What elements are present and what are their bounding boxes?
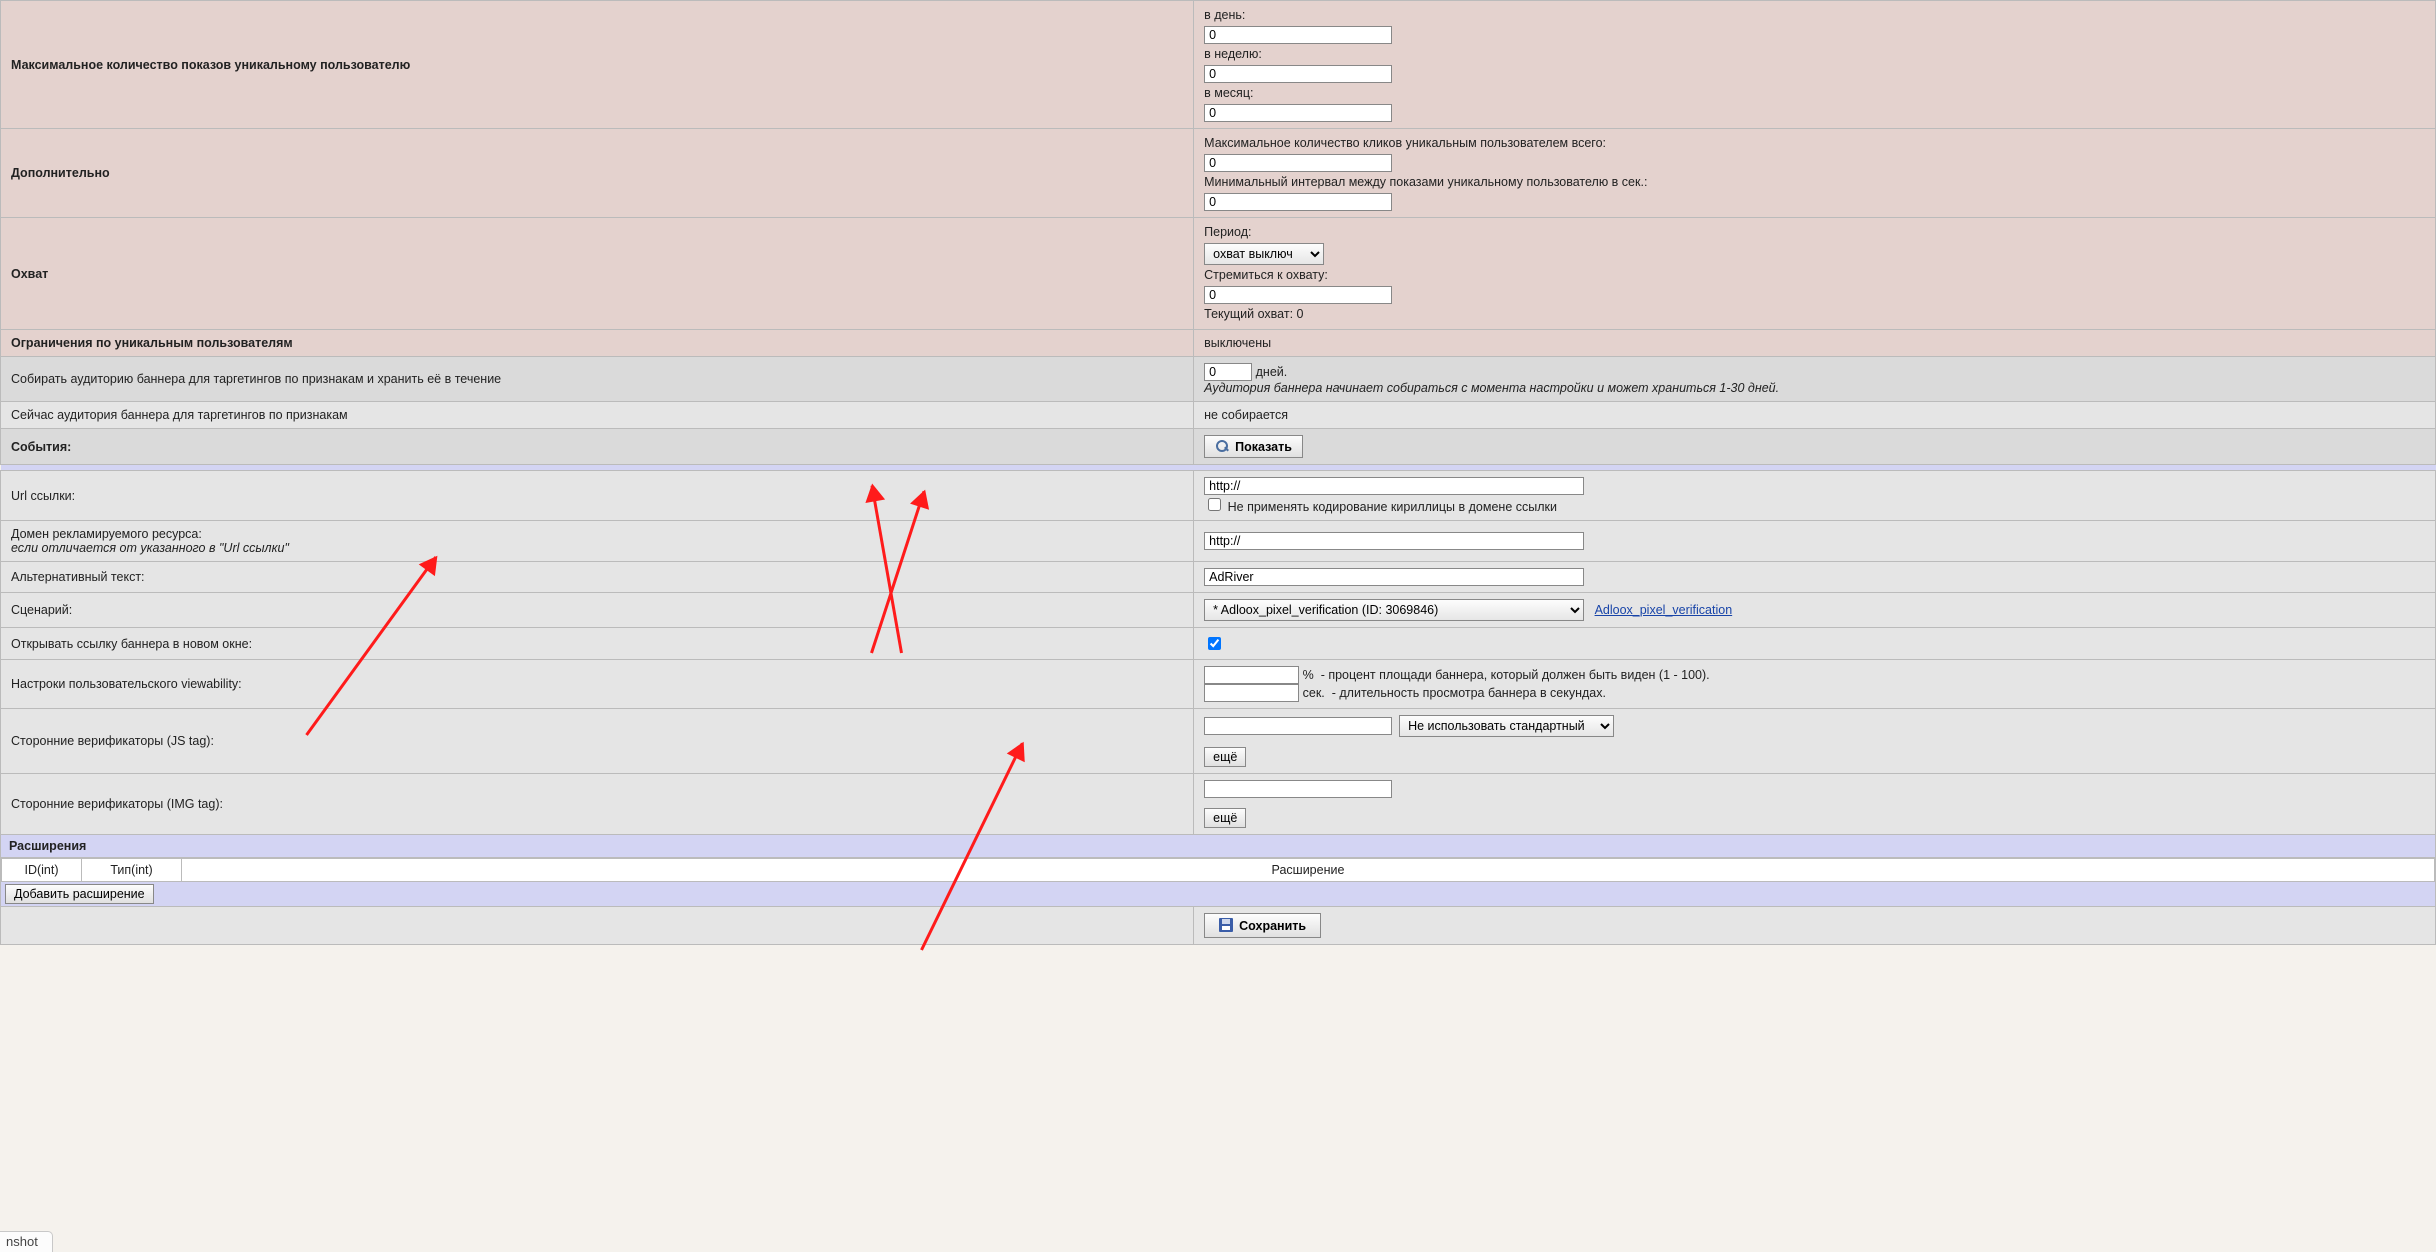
cell-additional: Максимальное количество кликов уникальны…	[1194, 129, 2436, 218]
row-label-events: События:	[1, 429, 1194, 465]
screenshot-tag: nshot	[0, 1231, 53, 1252]
label-per-month: в месяц:	[1204, 86, 2425, 100]
col-id: ID(int)	[2, 859, 82, 882]
input-max-clicks[interactable]	[1204, 154, 1392, 172]
cell-max-impressions: в день: в неделю: в месяц:	[1194, 1, 2436, 129]
cell-reach: Период: охват выключ Стремиться к охвату…	[1194, 218, 2436, 330]
label-current-reach: Текущий охват: 0	[1204, 307, 2425, 321]
row-label-max-impressions: Максимальное количество показов уникальн…	[1, 1, 1194, 129]
input-domain[interactable]	[1204, 532, 1584, 550]
select-period[interactable]: охват выключ	[1204, 243, 1324, 265]
button-save[interactable]: Сохранить	[1204, 913, 1321, 938]
cell-scenario: * Adloox_pixel_verification (ID: 3069846…	[1194, 593, 2436, 628]
input-view-area[interactable]	[1204, 666, 1299, 684]
button-more-img[interactable]: ещё	[1204, 808, 1246, 828]
input-url[interactable]	[1204, 477, 1584, 495]
section-extensions-title: Расширения	[1, 835, 2436, 858]
label-min-interval: Минимальный интервал между показами уник…	[1204, 175, 2425, 189]
label-no-encoding: Не применять кодирование кириллицы в дом…	[1228, 500, 1557, 514]
input-min-interval[interactable]	[1204, 193, 1392, 211]
label-period: Период:	[1204, 225, 2425, 239]
save-icon	[1219, 918, 1233, 932]
cell-verifiers-img: ещё	[1194, 774, 2436, 835]
input-verifier-img[interactable]	[1204, 780, 1392, 798]
footer-save-cell: Сохранить	[1194, 907, 2436, 945]
row-label-scenario: Сценарий:	[1, 593, 1194, 628]
cell-events: Показать	[1194, 429, 2436, 465]
unit-percent: %	[1303, 668, 1314, 682]
input-per-month[interactable]	[1204, 104, 1392, 122]
row-label-additional: Дополнительно	[1, 129, 1194, 218]
row-label-domain: Домен рекламируемого ресурса: если отлич…	[1, 521, 1194, 562]
cell-url: Не применять кодирование кириллицы в дом…	[1194, 471, 2436, 521]
row-label-reach: Охват	[1, 218, 1194, 330]
cell-viewability: % - процент площади баннера, который дол…	[1194, 660, 2436, 709]
button-add-extension[interactable]: Добавить расширение	[5, 884, 154, 904]
sub-domain-note: если отличается от указанного в "Url ссы…	[11, 541, 289, 555]
row-label-url: Url ссылки:	[1, 471, 1194, 521]
row-label-alt-text: Альтернативный текст:	[1, 562, 1194, 593]
select-scenario[interactable]: * Adloox_pixel_verification (ID: 3069846…	[1204, 599, 1584, 621]
hint-area: - процент площади баннера, который долже…	[1321, 668, 1710, 682]
label-per-week: в неделю:	[1204, 47, 2425, 61]
cell-current-audience: не собирается	[1194, 402, 2436, 429]
row-label-unique-restrictions: Ограничения по уникальным пользователям	[1, 330, 1194, 357]
input-per-day[interactable]	[1204, 26, 1392, 44]
cell-alt-text	[1194, 562, 2436, 593]
col-type: Тип(int)	[82, 859, 182, 882]
row-label-collect-audience: Собирать аудиторию баннера для таргетинг…	[1, 357, 1194, 402]
button-show-events[interactable]: Показать	[1204, 435, 1303, 458]
input-verifier-js[interactable]	[1204, 717, 1392, 735]
label-max-clicks: Максимальное количество кликов уникальны…	[1204, 136, 2425, 150]
cell-unique-restrictions: выключены	[1194, 330, 2436, 357]
cell-verifiers-js: Не использовать стандартный ещё	[1194, 709, 2436, 774]
link-scenario[interactable]: Adloox_pixel_verification	[1595, 603, 1733, 617]
checkbox-new-window[interactable]	[1208, 637, 1221, 650]
footer-label-cell	[1, 907, 1194, 945]
label-per-day: в день:	[1204, 8, 2425, 22]
note-audience: Аудитория баннера начинает собираться с …	[1204, 381, 1779, 395]
row-label-current-audience: Сейчас аудитория баннера для таргетингов…	[1, 402, 1194, 429]
label-aspire-reach: Стремиться к охвату:	[1204, 268, 2425, 282]
search-icon	[1215, 439, 1229, 453]
input-per-week[interactable]	[1204, 65, 1392, 83]
label-days-unit: дней.	[1256, 365, 1288, 379]
unit-sec: сек.	[1303, 686, 1325, 700]
select-verifier-js-mode[interactable]: Не использовать стандартный	[1399, 715, 1614, 737]
row-label-new-window: Открывать ссылку баннера в новом окне:	[1, 628, 1194, 660]
input-view-sec[interactable]	[1204, 684, 1299, 702]
row-label-verifiers-img: Сторонние верификаторы (IMG tag):	[1, 774, 1194, 835]
cell-domain	[1194, 521, 2436, 562]
col-extension: Расширение	[182, 859, 2435, 882]
cell-collect-audience: дней. Аудитория баннера начинает собират…	[1194, 357, 2436, 402]
input-alt-text[interactable]	[1204, 568, 1584, 586]
cell-new-window	[1194, 628, 2436, 660]
row-label-viewability: Настроки пользовательского viewability:	[1, 660, 1194, 709]
checkbox-no-encoding[interactable]	[1208, 498, 1221, 511]
input-aspire-reach[interactable]	[1204, 286, 1392, 304]
hint-sec: - длительность просмотра баннера в секун…	[1332, 686, 1606, 700]
button-more-js[interactable]: ещё	[1204, 747, 1246, 767]
input-audience-days[interactable]	[1204, 363, 1252, 381]
